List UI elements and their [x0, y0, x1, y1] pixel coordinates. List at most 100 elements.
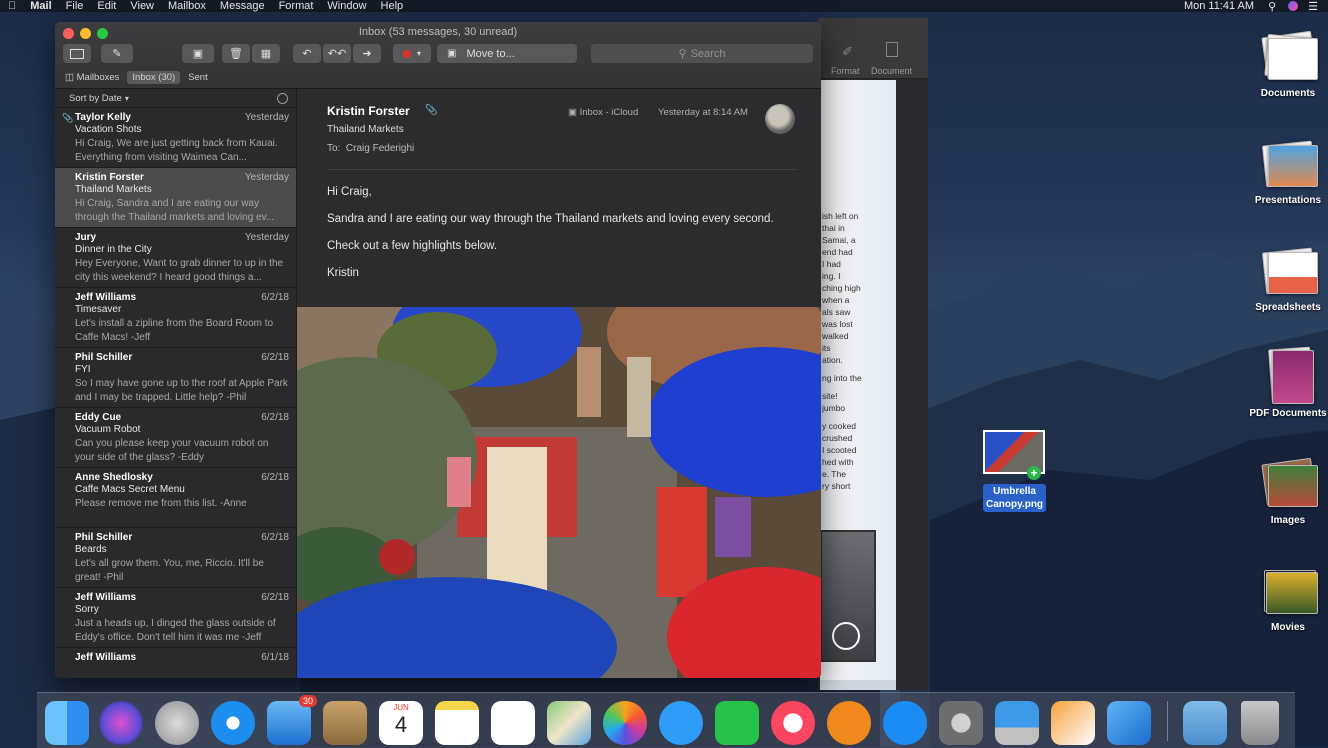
- mailboxes-tab[interactable]: ◫ Mailboxes: [65, 72, 119, 83]
- attachment-icon[interactable]: 📎: [425, 105, 437, 116]
- siri-icon[interactable]: [99, 701, 143, 745]
- maps-icon[interactable]: [547, 701, 591, 745]
- message-row[interactable]: Phil Schiller 6/2/18 Beards Let's all grow …: [55, 528, 296, 588]
- message-date: Yesterday at 8:14 AM: [658, 107, 748, 118]
- sort-label[interactable]: Sort by Date: [69, 93, 122, 104]
- recipient-name[interactable]: Craig Federighi: [346, 143, 414, 154]
- menu-mailbox[interactable]: Mailbox: [168, 0, 206, 12]
- app-store-icon[interactable]: [883, 701, 927, 745]
- music-icon[interactable]: [771, 701, 815, 745]
- message-row[interactable]: Jeff Williams 6/2/18 Sorry Just a heads up,…: [55, 588, 296, 648]
- message-list[interactable]: Sort by Date ▾ 📎 Taylor Kelly Yesterday Vac…: [55, 89, 297, 678]
- menu-help[interactable]: Help: [381, 0, 404, 12]
- message-date: 6/2/18: [261, 412, 289, 423]
- document-label[interactable]: Document: [871, 66, 912, 76]
- reply-icon: ↶: [302, 48, 312, 60]
- message-row[interactable]: Jeff Williams 6/1/18: [55, 648, 296, 678]
- photos-icon[interactable]: [603, 701, 647, 745]
- trash-icon[interactable]: [1241, 701, 1279, 745]
- safari-icon[interactable]: [211, 701, 255, 745]
- message-row[interactable]: Anne Shedlosky 6/2/18 Caffe Macs Secret Me…: [55, 468, 296, 528]
- menu-window[interactable]: Window: [327, 0, 366, 12]
- market-photo[interactable]: [297, 307, 821, 678]
- keynote-icon[interactable]: [995, 701, 1039, 745]
- reply-button[interactable]: ↶: [293, 44, 321, 63]
- reminders-icon[interactable]: [491, 701, 535, 745]
- mail-titlebar: Inbox (53 messages, 30 unread) ✎ ▣ 🗑 ▦ ↶…: [55, 22, 821, 89]
- trash-icon: 🗑: [229, 48, 243, 60]
- menu-edit[interactable]: Edit: [97, 0, 116, 12]
- format-label[interactable]: Format: [831, 66, 860, 76]
- xcode-icon[interactable]: [1107, 701, 1151, 745]
- launchpad-icon[interactable]: [155, 701, 199, 745]
- messages-icon[interactable]: [659, 701, 703, 745]
- message-row[interactable]: Eddy Cue 6/2/18 Vacuum Robot Can you please…: [55, 408, 296, 468]
- junk-button[interactable]: ▦: [252, 44, 280, 63]
- siri-menu-icon[interactable]: [1288, 1, 1299, 11]
- dragged-file[interactable]: + Umbrella Canopy.png: [983, 430, 1047, 512]
- mailbox-name: Inbox - iCloud: [579, 107, 639, 118]
- move-to-button[interactable]: ▣ Move to...: [437, 44, 577, 63]
- stack-images[interactable]: Images: [1248, 455, 1328, 526]
- finder-icon[interactable]: [45, 701, 89, 745]
- stack-pdf-documents[interactable]: PDF Documents: [1248, 346, 1328, 419]
- menu-file[interactable]: File: [66, 0, 84, 12]
- message-date: Yesterday: [244, 172, 289, 183]
- facetime-icon[interactable]: [715, 701, 759, 745]
- stack-movies[interactable]: Movies: [1248, 562, 1328, 633]
- message-row[interactable]: Kristin Forster Yesterday Thailand Markets…: [55, 168, 296, 228]
- calendar-icon[interactable]: JUN 4: [379, 701, 423, 745]
- notification-center-icon[interactable]: ☰: [1308, 0, 1318, 13]
- menu-format[interactable]: Format: [279, 0, 314, 12]
- message-viewer[interactable]: Kristin Forster 📎 Thailand Markets To: C…: [297, 89, 821, 678]
- message-subject: Dinner in the City: [75, 244, 152, 255]
- sender-name[interactable]: Kristin Forster: [327, 104, 410, 118]
- get-mail-button[interactable]: [63, 44, 91, 63]
- calendar-day: 4: [394, 712, 408, 737]
- body-line: Check out a few highlights below.: [327, 240, 498, 252]
- spotlight-icon[interactable]: ⚲: [1268, 0, 1276, 13]
- message-row[interactable]: Phil Schiller 6/2/18 FYI So I may have gone…: [55, 348, 296, 408]
- search-field[interactable]: ⚲ Search: [591, 44, 813, 63]
- header-divider: [327, 169, 797, 170]
- format-brush-icon[interactable]: ✐: [842, 44, 853, 60]
- message-row[interactable]: Jeff Williams 6/2/18 Timesaver Let's instal…: [55, 288, 296, 348]
- mail-dock-icon[interactable]: 30: [267, 695, 317, 745]
- message-preview: [75, 665, 290, 678]
- mail-window[interactable]: Inbox (53 messages, 30 unread) ✎ ▣ 🗑 ▦ ↶…: [55, 22, 821, 678]
- sort-bar[interactable]: Sort by Date ▾: [55, 89, 296, 108]
- message-sender: Jeff Williams: [75, 652, 137, 663]
- filter-icon[interactable]: [277, 92, 288, 104]
- message-row[interactable]: Jury Yesterday Dinner in the City Hey Every…: [55, 228, 296, 288]
- books-icon[interactable]: [827, 701, 871, 745]
- stack-documents[interactable]: Documents: [1248, 28, 1328, 99]
- apple-menu-icon[interactable]: : [8, 0, 16, 12]
- menu-view[interactable]: View: [130, 0, 154, 12]
- reply-all-button[interactable]: ↶↶: [323, 44, 351, 63]
- stack-presentations[interactable]: Presentations: [1248, 135, 1328, 206]
- pages-window[interactable]: ✐ Format Document ish left on thai in Sam…: [818, 18, 928, 690]
- forward-button[interactable]: ➜: [353, 44, 381, 63]
- archive-button[interactable]: ▣: [182, 44, 214, 63]
- body-line: Hi Craig,: [327, 186, 372, 198]
- inbox-tab[interactable]: Inbox (30): [127, 71, 181, 84]
- message-row[interactable]: 📎 Taylor Kelly Yesterday Vacation Shots Hi C…: [55, 108, 296, 168]
- notes-icon[interactable]: [435, 701, 479, 745]
- menu-app-name[interactable]: Mail: [30, 0, 51, 12]
- contacts-icon[interactable]: [323, 701, 367, 745]
- document-icon[interactable]: [886, 42, 898, 57]
- stack-spreadsheets[interactable]: Spreadsheets: [1248, 242, 1328, 313]
- menu-message[interactable]: Message: [220, 0, 265, 12]
- forward-arrow-icon: ➜: [362, 48, 372, 60]
- delete-button[interactable]: 🗑: [222, 44, 250, 63]
- sent-tab[interactable]: Sent: [188, 72, 208, 83]
- pages-icon[interactable]: [1051, 701, 1095, 745]
- image-placeholder-icon[interactable]: [832, 622, 860, 650]
- flag-button[interactable]: ▾: [393, 44, 431, 63]
- pages-document[interactable]: ish left on thai in Samai, a end had I had…: [820, 80, 896, 688]
- compose-button[interactable]: ✎: [101, 44, 133, 63]
- downloads-folder-icon[interactable]: [1183, 701, 1227, 745]
- system-preferences-icon[interactable]: [939, 701, 983, 745]
- menu-clock[interactable]: Mon 11:41 AM: [1184, 0, 1254, 12]
- image-placeholder-frame[interactable]: [820, 530, 876, 662]
